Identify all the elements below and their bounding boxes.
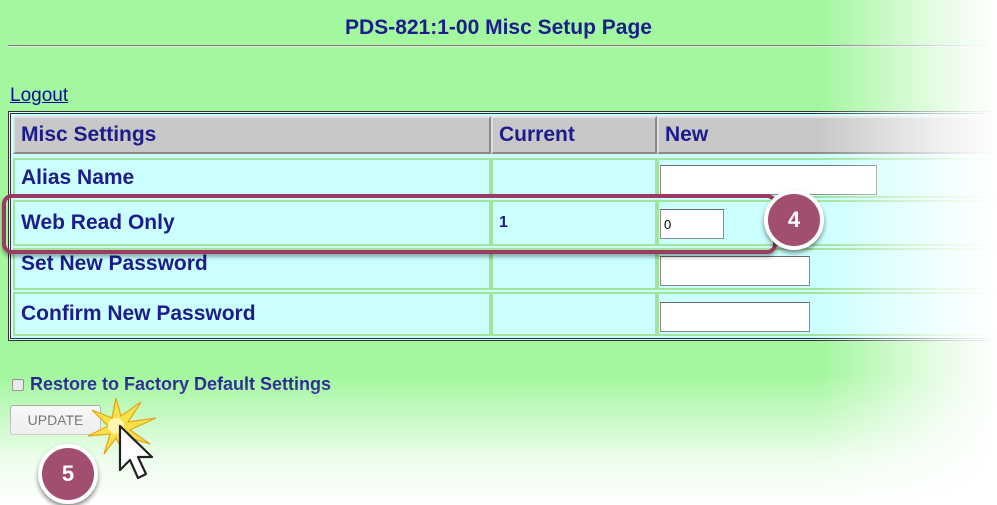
row-label-set-new-password: Set New Password [13,248,491,290]
row-label-alias-name: Alias Name [13,158,491,198]
header-new: New [657,116,997,154]
web-read-only-highlight [2,194,777,254]
restore-defaults-label: Restore to Factory Default Settings [30,374,332,394]
title-divider [8,45,997,47]
confirm-new-password-input[interactable] [660,302,810,332]
header-current: Current [491,116,657,154]
row-label-confirm-new-password: Confirm New Password [13,292,491,336]
current-confirm-new-password [491,292,657,336]
restore-defaults-checkbox[interactable] [12,378,24,391]
page-title: PDS-821:1-00 Misc Setup Page [345,16,652,39]
set-new-password-input[interactable] [660,256,810,286]
header-misc-settings: Misc Settings [13,116,491,154]
step-badge-4: 4 [764,190,824,250]
mouse-pointer-icon [118,424,154,480]
current-set-new-password [491,248,657,290]
restore-defaults-row: Restore to Factory Default Settings [12,374,331,395]
current-alias-name [491,158,657,198]
alias-name-input[interactable] [660,165,877,195]
logout-link[interactable]: Logout [10,85,68,107]
step-badge-5: 5 [38,444,98,504]
